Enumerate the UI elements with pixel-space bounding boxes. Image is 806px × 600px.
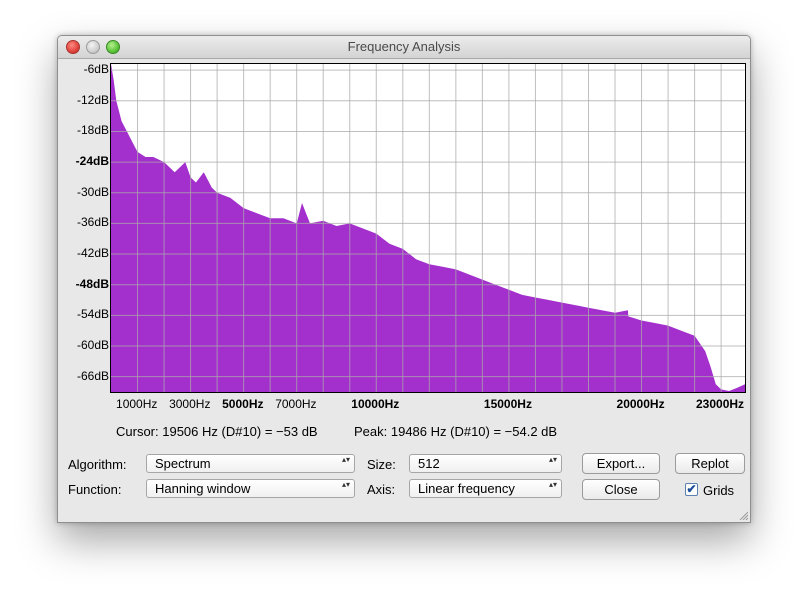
grids-checkbox[interactable]: ✔ [685, 483, 698, 496]
axis-label: Axis: [367, 482, 396, 497]
title-bar: Frequency Analysis [58, 36, 750, 59]
axis-select[interactable]: Linear frequency ▴▾ [409, 479, 562, 498]
x-tick-label: 15000Hz [483, 397, 532, 411]
x-tick-label: 3000Hz [169, 397, 211, 411]
y-tick-label: -48dB [75, 276, 109, 291]
spectrum-plot[interactable] [110, 63, 746, 393]
y-tick-label: -12dB [76, 92, 109, 107]
window-title: Frequency Analysis [347, 39, 461, 54]
x-tick-label: 1000Hz [116, 397, 158, 411]
close-button[interactable]: Close [582, 479, 660, 500]
algorithm-select[interactable]: Spectrum ▴▾ [146, 454, 355, 473]
x-tick-label: 20000Hz [616, 397, 665, 411]
x-tick-label: 23000Hz [696, 397, 745, 411]
cursor-readout: Cursor: 19506 Hz (D#10) = −53 dB [116, 424, 318, 439]
frequency-analysis-window: Frequency Analysis -6dB -12dB -18dB -24dB -3… [57, 35, 751, 523]
replot-button[interactable]: Replot [675, 453, 745, 474]
grids-label[interactable]: Grids [703, 483, 734, 498]
function-select[interactable]: Hanning window ▴▾ [146, 479, 355, 498]
spectrum-area [111, 64, 745, 392]
function-label: Function: [68, 482, 122, 497]
algorithm-value: Spectrum [155, 456, 211, 471]
y-tick-label: -30dB [76, 184, 109, 199]
popup-arrows-icon: ▴▾ [341, 455, 350, 464]
popup-arrows-icon: ▴▾ [548, 480, 557, 489]
y-tick-label: -6dB [83, 62, 109, 77]
popup-arrows-icon: ▴▾ [548, 455, 557, 464]
peak-readout: Peak: 19486 Hz (D#10) = −54.2 dB [354, 424, 558, 439]
axis-value: Linear frequency [418, 481, 515, 496]
x-tick-label: 5000Hz [222, 397, 264, 411]
algorithm-label: Algorithm: [68, 457, 127, 472]
size-value: 512 [418, 456, 440, 471]
y-tick-label: -42dB [76, 246, 109, 261]
size-select[interactable]: 512 ▴▾ [409, 454, 562, 473]
y-tick-label: -18dB [76, 123, 109, 138]
x-tick-label: 10000Hz [351, 397, 400, 411]
x-tick-label: 7000Hz [275, 397, 317, 411]
export-button[interactable]: Export... [582, 453, 660, 474]
y-tick-label: -36dB [76, 215, 109, 230]
y-tick-label: -24dB [75, 154, 109, 169]
popup-arrows-icon: ▴▾ [341, 480, 350, 489]
size-label: Size: [367, 457, 396, 472]
resize-grip-icon[interactable] [738, 510, 748, 520]
spectrum-chart [111, 64, 745, 392]
y-tick-label: -60dB [76, 338, 109, 353]
y-tick-label: -66dB [76, 368, 109, 383]
function-value: Hanning window [155, 481, 251, 496]
y-tick-label: -54dB [76, 307, 109, 322]
